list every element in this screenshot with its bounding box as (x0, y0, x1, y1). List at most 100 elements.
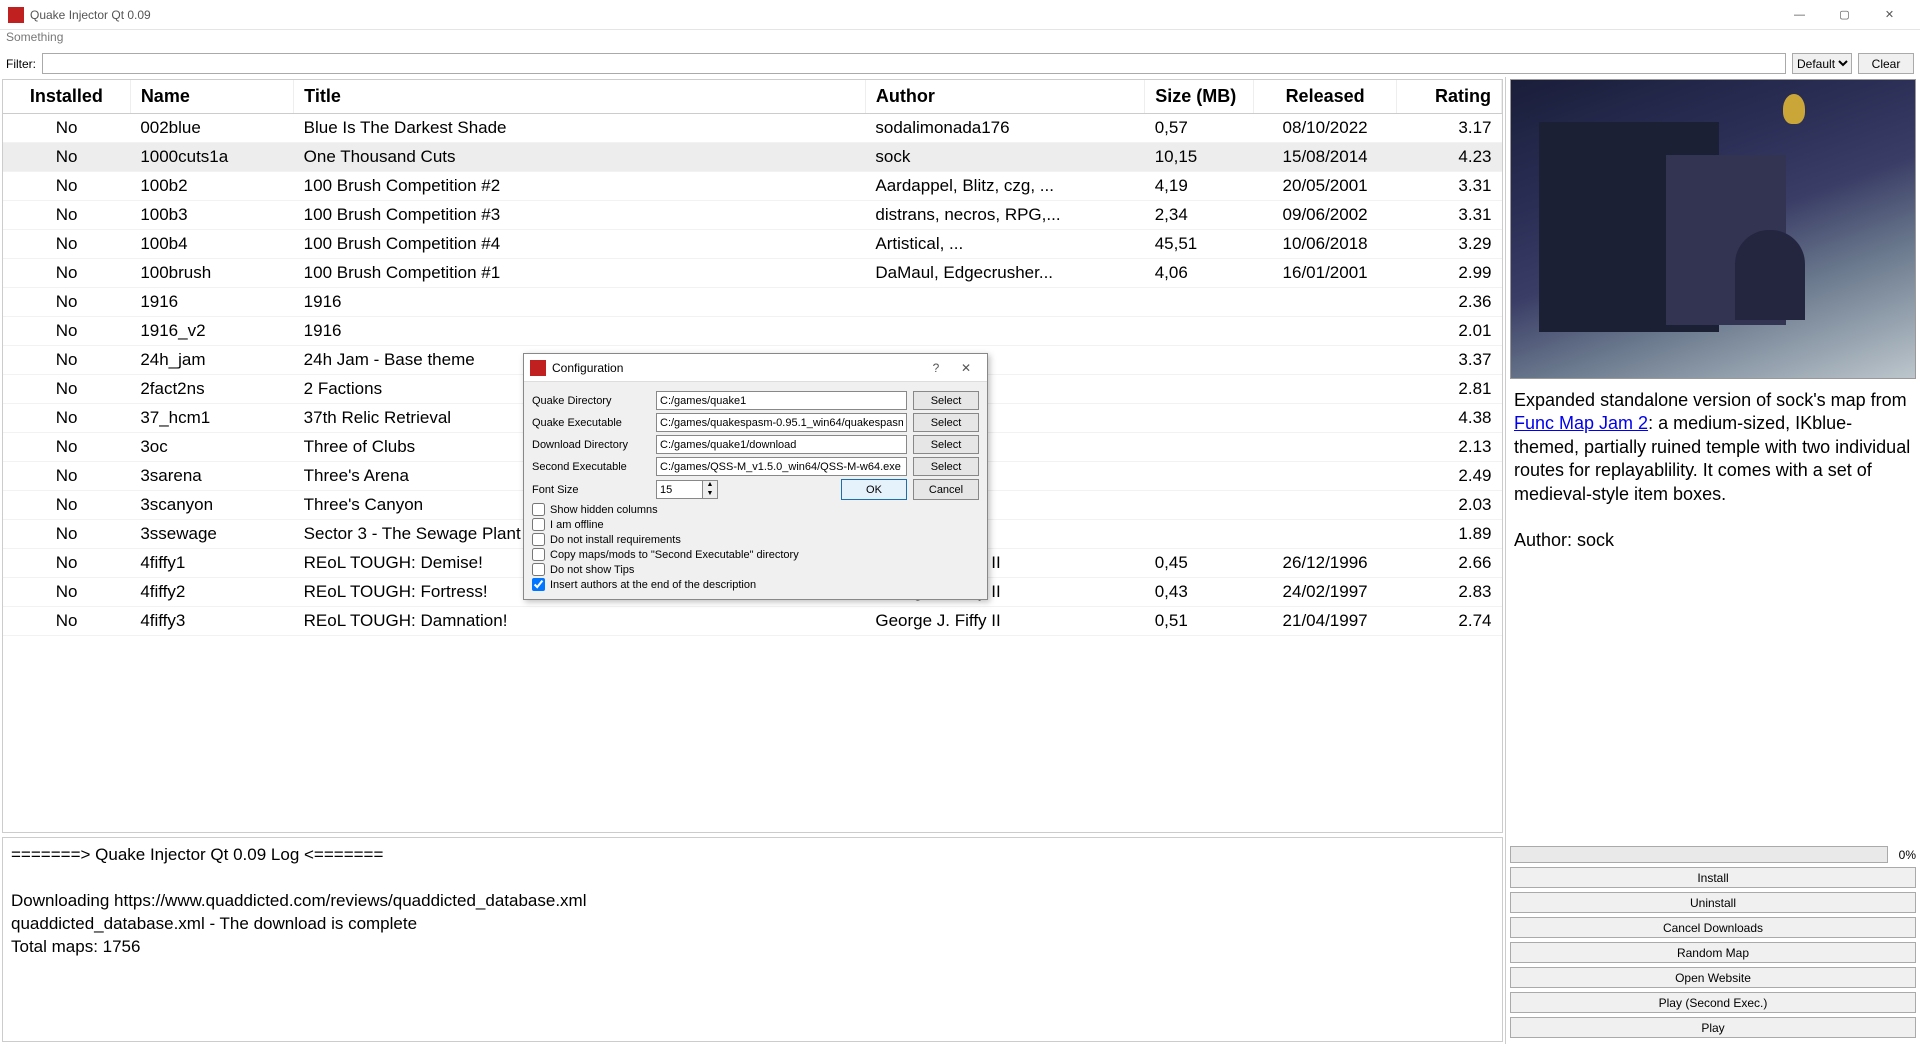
col-title[interactable]: Title (294, 80, 866, 114)
cell-size: 0,51 (1145, 607, 1254, 636)
cell-size (1145, 288, 1254, 317)
chk-notips[interactable] (532, 563, 545, 576)
cell-name: 4fiffy3 (130, 607, 293, 636)
cell-author (865, 317, 1144, 346)
chk-notips-label: Do not show Tips (550, 564, 634, 576)
table-row[interactable]: No1916_v219162.01 (3, 317, 1502, 346)
col-rating[interactable]: Rating (1397, 80, 1502, 114)
uninstall-button[interactable]: Uninstall (1510, 892, 1916, 913)
table-row[interactable]: No100b3100 Brush Competition #3distrans,… (3, 201, 1502, 230)
cell-released: 10/06/2018 (1254, 230, 1397, 259)
cell-released (1254, 288, 1397, 317)
cell-rating: 2.49 (1397, 462, 1502, 491)
cell-title: One Thousand Cuts (294, 143, 866, 172)
cell-size: 45,51 (1145, 230, 1254, 259)
install-button[interactable]: Install (1510, 867, 1916, 888)
cell-author: DaMaul, Edgecrusher... (865, 259, 1144, 288)
quake-dir-select-button[interactable]: Select (913, 391, 979, 410)
cell-rating: 2.74 (1397, 607, 1502, 636)
second-exe-select-button[interactable]: Select (913, 457, 979, 476)
play-second-button[interactable]: Play (Second Exec.) (1510, 992, 1916, 1013)
dialog-close-button[interactable]: ✕ (951, 361, 981, 375)
filter-bar: Filter: Default Clear (0, 50, 1920, 77)
maps-table-wrap[interactable]: Installed Name Title Author Size (MB) Re… (2, 79, 1503, 833)
cell-author: sock (865, 143, 1144, 172)
col-name[interactable]: Name (130, 80, 293, 114)
table-row[interactable]: No100b4100 Brush Competition #4Artistica… (3, 230, 1502, 259)
cell-name: 3oc (130, 433, 293, 462)
map-preview-image (1510, 79, 1916, 379)
font-size-up[interactable]: ▲ (703, 481, 717, 490)
desc-link[interactable]: Func Map Jam 2 (1514, 413, 1648, 433)
cell-size (1145, 404, 1254, 433)
filter-mode-select[interactable]: Default (1792, 53, 1852, 74)
quake-dir-input[interactable] (656, 391, 907, 410)
cell-released: 26/12/1996 (1254, 549, 1397, 578)
cell-installed: No (3, 317, 130, 346)
cell-installed: No (3, 578, 130, 607)
table-row[interactable]: No4fiffy3REoL TOUGH: Damnation!George J.… (3, 607, 1502, 636)
table-row[interactable]: No1000cuts1aOne Thousand Cutssock10,1515… (3, 143, 1502, 172)
cell-rating: 2.66 (1397, 549, 1502, 578)
col-released[interactable]: Released (1254, 80, 1397, 114)
second-exe-input[interactable] (656, 457, 907, 476)
minimize-button[interactable]: — (1777, 0, 1822, 30)
download-dir-select-button[interactable]: Select (913, 435, 979, 454)
table-row[interactable]: No191619162.36 (3, 288, 1502, 317)
chk-noreq[interactable] (532, 533, 545, 546)
cell-installed: No (3, 462, 130, 491)
log-panel[interactable]: =======> Quake Injector Qt 0.09 Log <===… (2, 837, 1503, 1042)
filter-label: Filter: (6, 57, 36, 71)
cancel-downloads-button[interactable]: Cancel Downloads (1510, 917, 1916, 938)
col-author[interactable]: Author (865, 80, 1144, 114)
menu-something[interactable]: Something (6, 30, 63, 44)
download-dir-input[interactable] (656, 435, 907, 454)
cell-title: 1916 (294, 317, 866, 346)
clear-button[interactable]: Clear (1858, 53, 1914, 74)
font-size-label: Font Size (532, 484, 650, 496)
second-exe-label: Second Executable (532, 461, 650, 473)
quake-exe-select-button[interactable]: Select (913, 413, 979, 432)
cell-installed: No (3, 433, 130, 462)
font-size-input[interactable] (656, 480, 702, 499)
dialog-ok-button[interactable]: OK (841, 479, 907, 500)
cell-author: sodalimonada176 (865, 114, 1144, 143)
table-row[interactable]: No100b2100 Brush Competition #2Aardappel… (3, 172, 1502, 201)
cell-author: Artistical, ... (865, 230, 1144, 259)
dialog-cancel-button[interactable]: Cancel (913, 479, 979, 500)
chk-authors-label: Insert authors at the end of the descrip… (550, 579, 756, 591)
cell-size: 4,06 (1145, 259, 1254, 288)
close-button[interactable]: ✕ (1867, 0, 1912, 30)
maximize-button[interactable]: ▢ (1822, 0, 1867, 30)
cell-title: REoL TOUGH: Damnation! (294, 607, 866, 636)
filter-input[interactable] (42, 53, 1786, 74)
font-size-down[interactable]: ▼ (703, 490, 717, 499)
cell-released: 09/06/2002 (1254, 201, 1397, 230)
table-row[interactable]: No100brush100 Brush Competition #1DaMaul… (3, 259, 1502, 288)
cell-installed: No (3, 346, 130, 375)
cell-installed: No (3, 404, 130, 433)
desc-author: Author: sock (1514, 530, 1614, 550)
dialog-help-button[interactable]: ? (921, 361, 951, 375)
cell-released: 20/05/2001 (1254, 172, 1397, 201)
random-map-button[interactable]: Random Map (1510, 942, 1916, 963)
col-installed[interactable]: Installed (3, 80, 130, 114)
cell-name: 3ssewage (130, 520, 293, 549)
chk-authors[interactable] (532, 578, 545, 591)
col-size[interactable]: Size (MB) (1145, 80, 1254, 114)
cell-name: 100b3 (130, 201, 293, 230)
app-icon (8, 7, 24, 23)
chk-hidden[interactable] (532, 503, 545, 516)
menubar: Something (0, 30, 1920, 50)
chk-copy-label: Copy maps/mods to "Second Executable" di… (550, 549, 799, 561)
chk-copy[interactable] (532, 548, 545, 561)
cell-installed: No (3, 114, 130, 143)
cell-title: Blue Is The Darkest Shade (294, 114, 866, 143)
cell-name: 2fact2ns (130, 375, 293, 404)
open-website-button[interactable]: Open Website (1510, 967, 1916, 988)
chk-offline[interactable] (532, 518, 545, 531)
table-row[interactable]: No002blueBlue Is The Darkest Shadesodali… (3, 114, 1502, 143)
play-button[interactable]: Play (1510, 1017, 1916, 1038)
quake-exe-label: Quake Executable (532, 417, 650, 429)
quake-exe-input[interactable] (656, 413, 907, 432)
